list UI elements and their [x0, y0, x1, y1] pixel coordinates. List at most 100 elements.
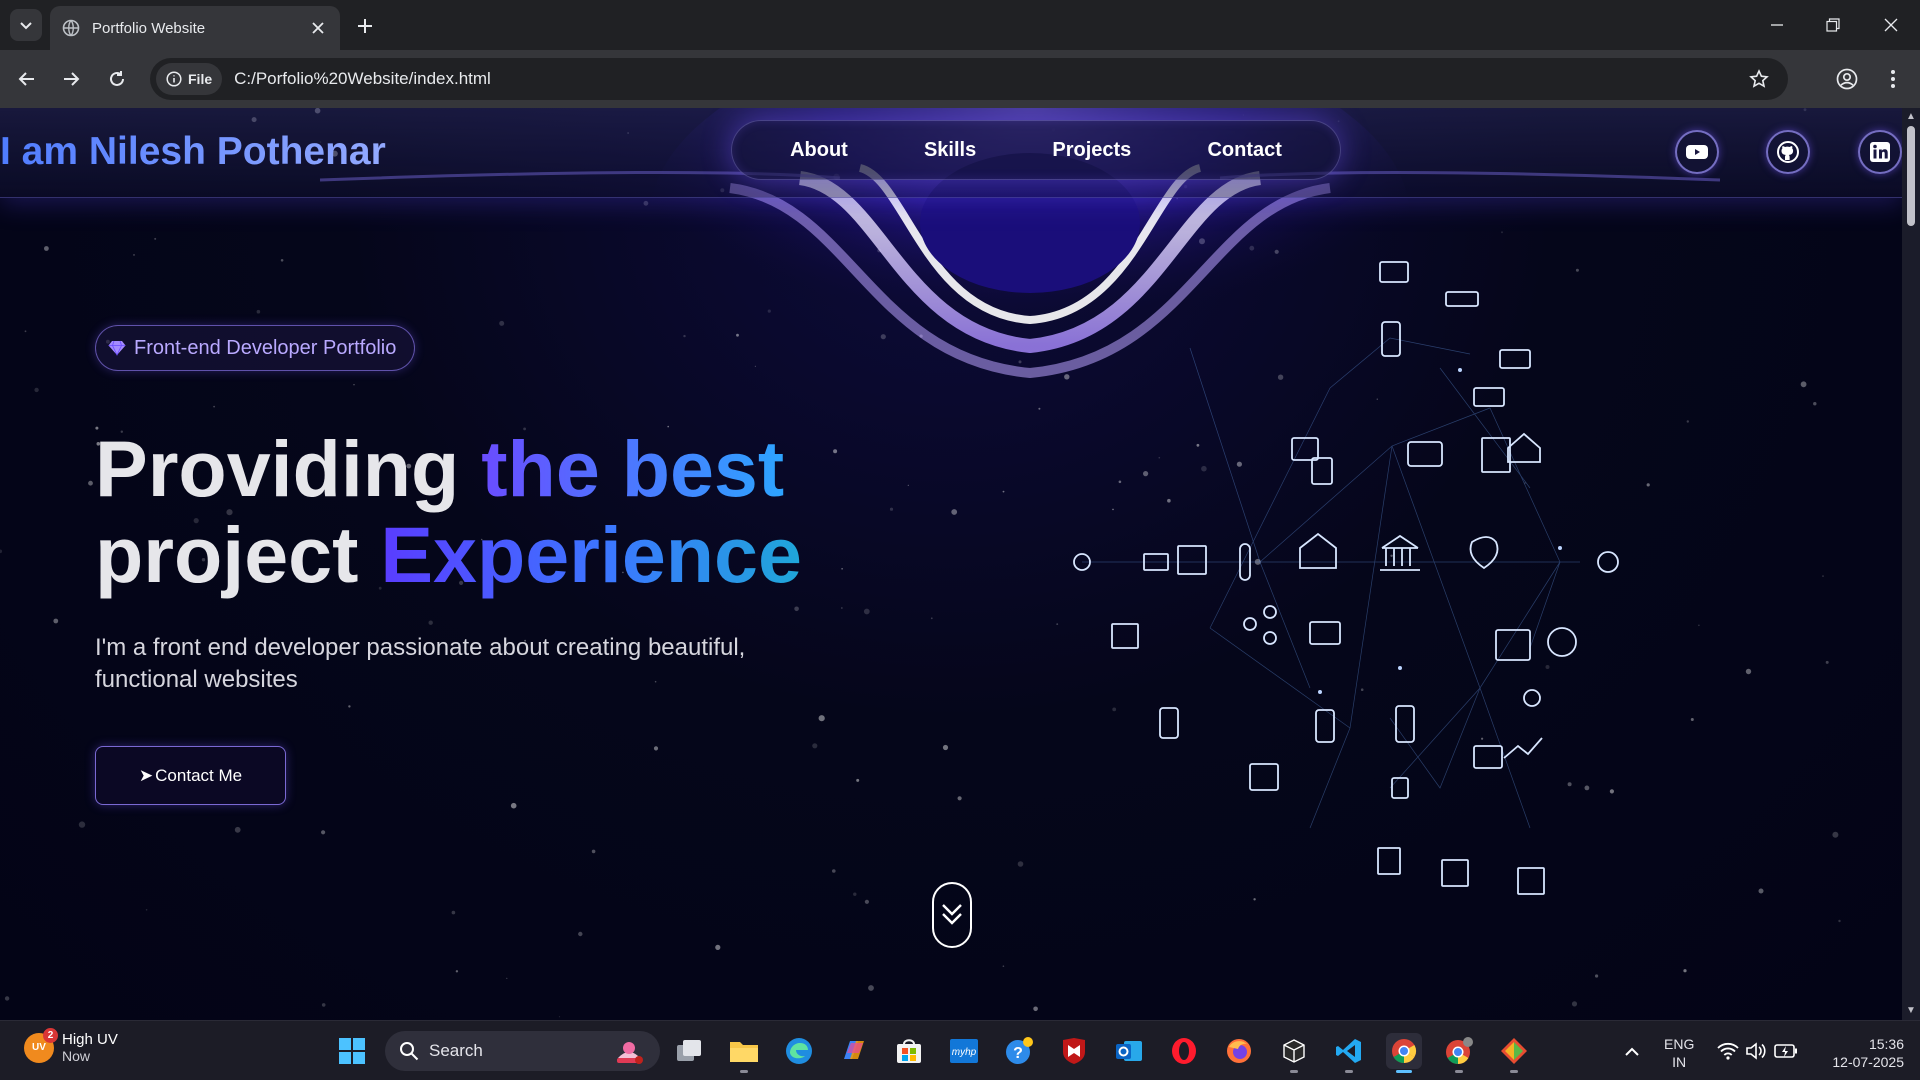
copilot-icon — [844, 1041, 864, 1059]
star-dot — [1501, 231, 1503, 234]
language-indicator[interactable]: ENG IN — [1664, 1035, 1694, 1071]
github-link[interactable] — [1766, 130, 1810, 174]
uv-sun-icon: UV 2 — [24, 1027, 58, 1063]
star-dot — [715, 944, 721, 951]
reload-icon — [110, 71, 124, 86]
weather-widget[interactable]: UV 2 High UV Now — [24, 1027, 118, 1064]
mcafee-button[interactable] — [1056, 1033, 1092, 1069]
star-dot — [1017, 861, 1024, 867]
nav-skills[interactable]: Skills — [924, 139, 976, 162]
star-dot — [88, 480, 93, 486]
nav-projects[interactable]: Projects — [1052, 139, 1131, 162]
app-cube-button[interactable] — [1276, 1033, 1312, 1073]
arrow-right-icon — [64, 72, 80, 86]
star-dot — [1018, 360, 1022, 364]
address-bar[interactable]: File C:/Porfolio%20Website/index.html — [150, 58, 1788, 100]
active-indicator — [1396, 1070, 1412, 1073]
microsoft-store-button[interactable] — [891, 1033, 927, 1069]
star-dot — [280, 259, 284, 262]
close-tab-icon[interactable] — [308, 18, 328, 38]
youtube-link[interactable] — [1675, 130, 1719, 174]
minimize-button[interactable] — [1764, 12, 1790, 38]
star-dot — [841, 607, 843, 609]
star-dot — [1745, 668, 1752, 675]
back-button[interactable] — [12, 64, 42, 94]
scroll-up-arrow-icon[interactable]: ▲ — [1906, 112, 1916, 122]
opera-button[interactable] — [1166, 1033, 1202, 1069]
url-text[interactable]: C:/Porfolio%20Website/index.html — [234, 69, 1744, 89]
star-dot — [321, 1003, 326, 1007]
linkedin-link[interactable] — [1858, 130, 1902, 174]
star-dot — [818, 715, 825, 722]
battery-status[interactable] — [1768, 1033, 1804, 1069]
search-highlight-icon — [617, 1042, 643, 1064]
new-tab-button[interactable] — [352, 13, 378, 39]
contact-me-label: Contact Me — [155, 765, 243, 785]
site-info-chip[interactable]: File — [156, 63, 223, 95]
outlook-button[interactable] — [1111, 1033, 1147, 1069]
task-view-button[interactable] — [671, 1033, 707, 1069]
star-dot — [1832, 831, 1839, 838]
browser-tab-active[interactable]: Portfolio Website — [50, 6, 340, 50]
chrome-profile-button[interactable] — [1441, 1033, 1477, 1073]
bookmark-button[interactable] — [1744, 64, 1774, 94]
site-brand[interactable]: I am Nilesh Pothenar — [0, 130, 386, 174]
star-dot — [321, 830, 326, 835]
contact-me-button[interactable]: ➤ Contact Me — [95, 746, 286, 805]
chrome-button[interactable] — [1386, 1033, 1422, 1073]
star-dot — [1595, 974, 1599, 978]
windows-taskbar: UV 2 High UV Now Search myhp ? ENG IN 15… — [0, 1020, 1920, 1080]
profile-button[interactable] — [1832, 64, 1862, 94]
taskbar-search[interactable]: Search — [385, 1031, 660, 1071]
hero-title-highlight-2: Experience — [380, 510, 802, 599]
chrome-icon — [1392, 1039, 1417, 1063]
close-window-button[interactable] — [1878, 12, 1904, 38]
star-dot — [889, 507, 894, 511]
scrollbar-thumb[interactable] — [1907, 126, 1915, 226]
browser-tab-bar: Portfolio Website — [0, 0, 1920, 50]
git-tool-button[interactable] — [1496, 1033, 1532, 1073]
page-scrollbar[interactable]: ▲ ▼ — [1902, 108, 1920, 1020]
star-dot — [868, 985, 874, 991]
firefox-button[interactable] — [1221, 1033, 1257, 1069]
star-dot — [880, 334, 886, 340]
tab-search-button[interactable] — [10, 9, 42, 41]
star-dot — [256, 309, 261, 314]
scroll-down-button[interactable] — [932, 882, 972, 948]
close-icon — [1884, 18, 1898, 32]
nav-about[interactable]: About — [790, 139, 848, 162]
show-hidden-icons-button[interactable] — [1614, 1033, 1650, 1069]
scroll-down-arrow-icon[interactable]: ▼ — [1906, 1006, 1916, 1016]
myhp-button[interactable]: myhp — [946, 1033, 982, 1069]
file-explorer-button[interactable] — [726, 1033, 762, 1073]
hero-subtitle: I'm a front end developer passionate abo… — [95, 634, 746, 693]
star-dot — [451, 910, 456, 915]
star-dot — [1838, 919, 1841, 923]
menu-button[interactable] — [1878, 64, 1908, 94]
site-header: I am Nilesh Pothenar About Skills Projec… — [0, 108, 1902, 198]
copilot-button[interactable] — [836, 1033, 872, 1069]
tab-title: Portfolio Website — [92, 19, 206, 37]
get-help-button[interactable]: ? — [1001, 1033, 1037, 1069]
restore-button[interactable] — [1820, 12, 1846, 38]
vscode-button[interactable] — [1331, 1033, 1367, 1073]
forward-button[interactable] — [56, 64, 86, 94]
star-dot — [24, 330, 27, 333]
search-icon — [400, 1042, 419, 1061]
star-dot — [841, 568, 843, 570]
reload-button[interactable] — [102, 64, 132, 94]
globe-icon — [62, 19, 80, 37]
clock[interactable]: 15:36 12-07-2025 — [1814, 1035, 1904, 1071]
role-badge-label: Front-end Developer Portfolio — [134, 336, 397, 359]
task-view-icon — [677, 1040, 701, 1061]
start-button[interactable] — [334, 1033, 370, 1069]
folder-icon — [730, 1042, 758, 1062]
nav-contact[interactable]: Contact — [1207, 139, 1281, 162]
youtube-icon — [1686, 145, 1708, 159]
star-dot — [133, 254, 135, 256]
more-vertical-icon — [1891, 70, 1895, 88]
star-dot — [1033, 1006, 1038, 1012]
star-dot — [767, 309, 771, 313]
edge-button[interactable] — [781, 1033, 817, 1069]
star-dot — [942, 744, 949, 751]
